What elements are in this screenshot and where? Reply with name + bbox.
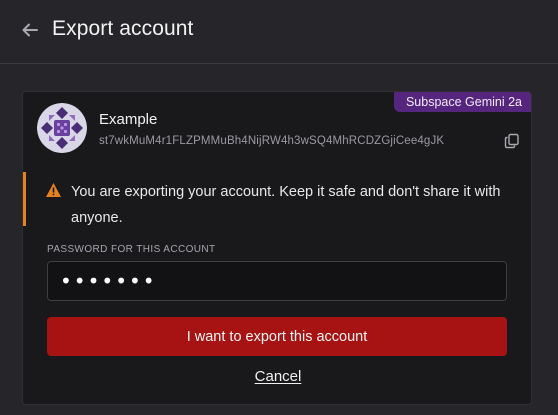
- account-name: Example: [99, 111, 158, 128]
- cancel-container: Cancel: [23, 368, 531, 385]
- export-card: Subspace Gemini 2a Example st7wkMuM4r1FL…: [22, 91, 532, 405]
- warning-triangle-icon: [46, 183, 61, 197]
- account-address: st7wkMuM4r1FLZPMMuBh4NijRW4h3wSQ4MhRCDZG…: [99, 135, 445, 147]
- cancel-link[interactable]: Cancel: [255, 368, 302, 385]
- network-badge: Subspace Gemini 2a: [393, 92, 531, 112]
- password-label: PASSWORD FOR THIS ACCOUNT: [47, 244, 216, 255]
- identicon-avatar: [37, 103, 87, 153]
- page-title: Export account: [52, 17, 194, 40]
- warning-message: You are exporting your account. Keep it …: [71, 184, 501, 226]
- back-button[interactable]: [18, 18, 42, 42]
- warning-banner: You are exporting your account. Keep it …: [23, 172, 531, 226]
- export-account-button[interactable]: I want to export this account: [47, 317, 507, 356]
- copy-address-button[interactable]: [504, 133, 520, 149]
- main-content: Subspace Gemini 2a Example st7wkMuM4r1FL…: [0, 64, 558, 415]
- header-bar: Export account: [0, 0, 558, 64]
- password-field[interactable]: [47, 261, 507, 301]
- copy-icon: [504, 133, 519, 149]
- arrow-left-icon: [22, 23, 38, 37]
